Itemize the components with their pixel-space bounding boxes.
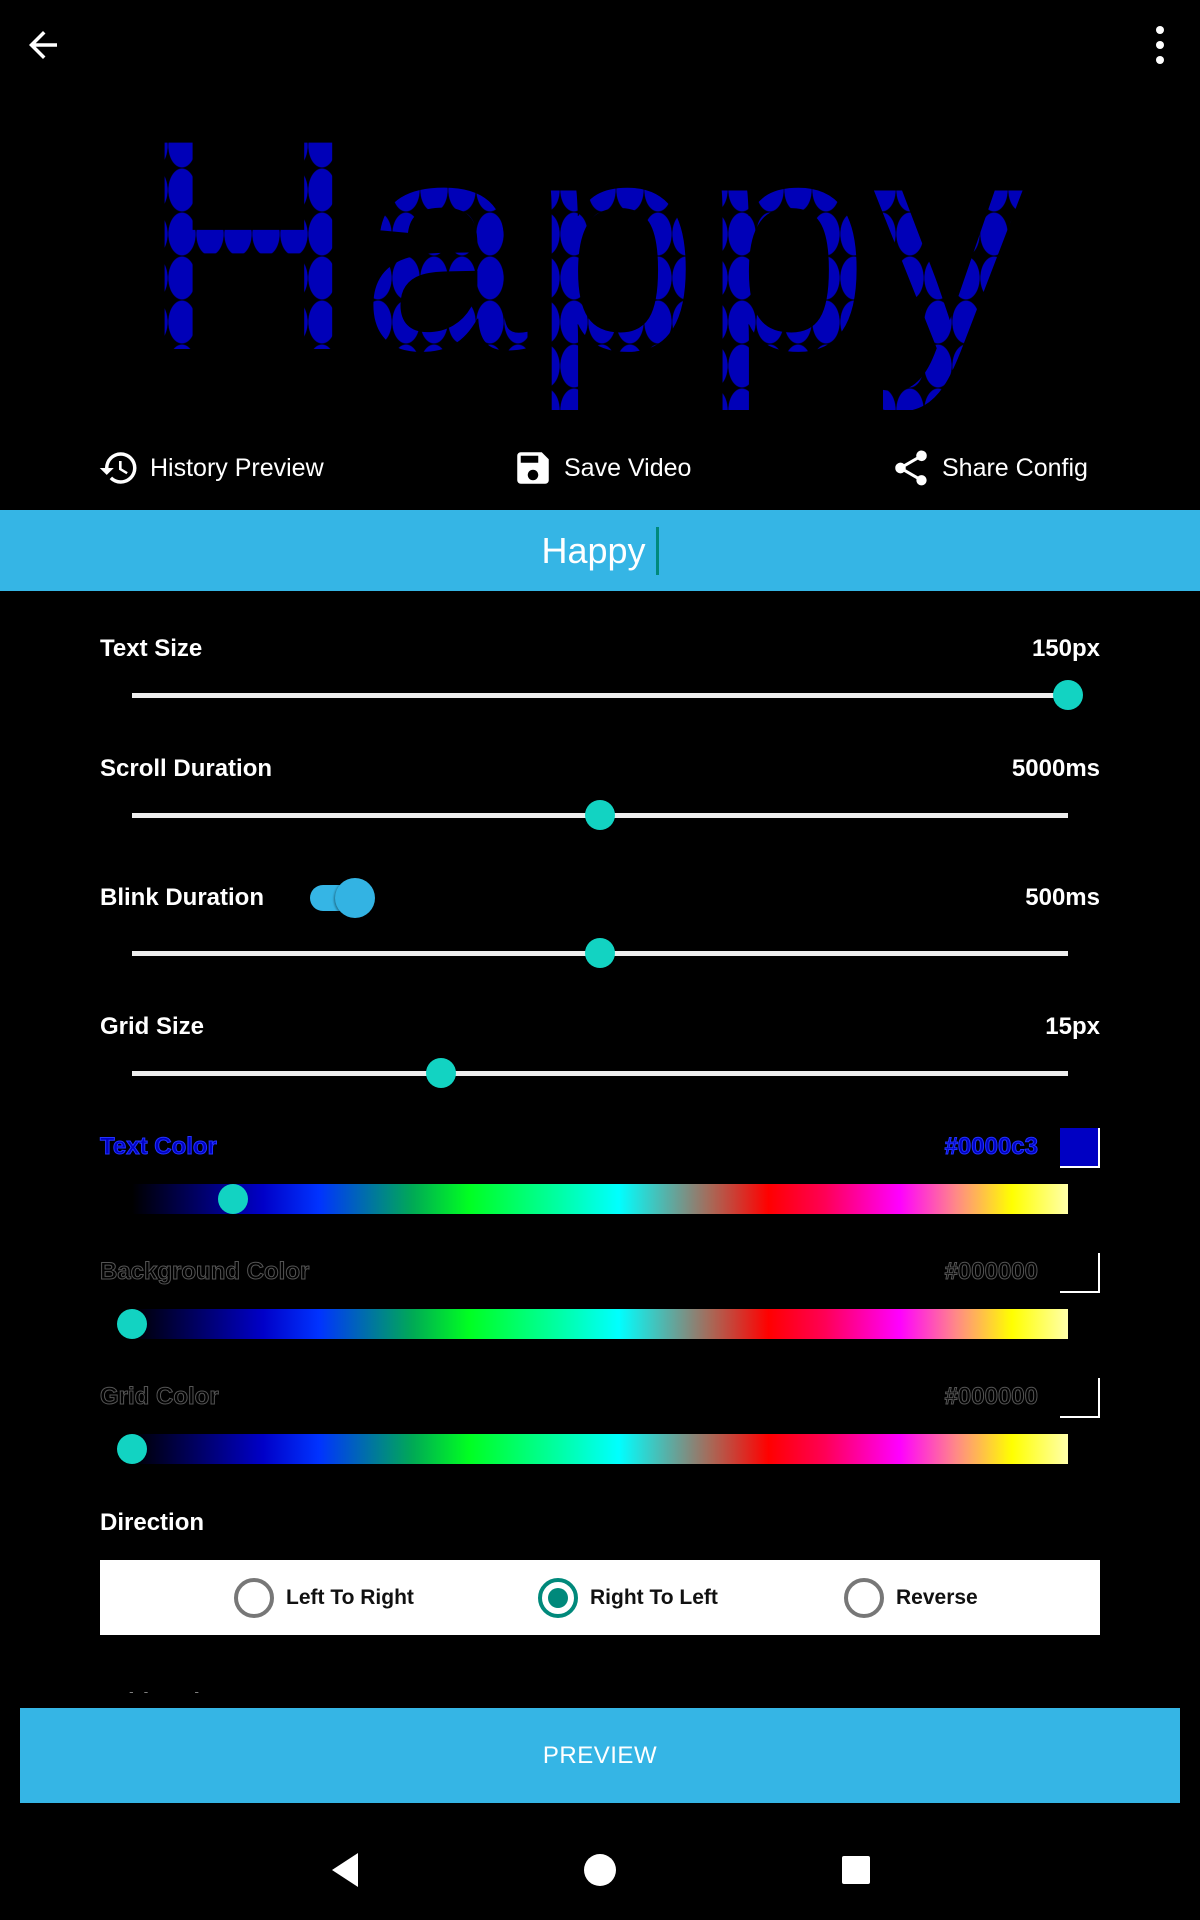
back-button[interactable] <box>22 24 64 66</box>
led-text-value: Happy <box>541 529 646 571</box>
system-back-button[interactable] <box>320 1845 370 1895</box>
slider-thumb[interactable] <box>1053 680 1083 710</box>
grid-size-slider[interactable] <box>132 1054 1068 1094</box>
spectrum-bar <box>132 1184 1068 1214</box>
radio-circle-icon <box>234 1577 274 1618</box>
history-icon <box>99 452 137 484</box>
spectrum-thumb[interactable] <box>218 1184 249 1214</box>
text-color-spectrum[interactable] <box>132 1184 1068 1214</box>
led-preview: Happy <box>0 90 1200 420</box>
blink-toggle[interactable] <box>308 878 376 918</box>
led-text-input[interactable]: Happy <box>541 526 659 575</box>
text-color-swatch[interactable] <box>1060 1128 1100 1168</box>
grid-size-value: 15px <box>1045 1013 1100 1040</box>
system-home-button[interactable] <box>575 1845 625 1895</box>
arrow-left-icon <box>29 31 57 59</box>
scroll-duration-slider[interactable] <box>132 796 1068 836</box>
slider-track <box>132 1071 1068 1076</box>
spectrum-bar <box>132 1309 1068 1339</box>
direction-radio-group: Left To Right Right To Left Reverse <box>100 1560 1100 1635</box>
overflow-menu-button[interactable] <box>1150 22 1170 68</box>
text-size-value: 150px <box>1031 635 1100 662</box>
save-video-button[interactable]: Save Video <box>512 440 691 496</box>
background-color-label: Background Color <box>99 1258 310 1286</box>
radio-circle-icon <box>844 1577 884 1618</box>
grid-style-label-text: Grid Style <box>100 1689 213 1693</box>
system-navigation-bar <box>0 1815 1200 1920</box>
toggle-thumb <box>335 878 375 918</box>
history-preview-label: History Preview <box>150 453 324 482</box>
radio-circle-icon <box>538 1577 578 1618</box>
grid-color-swatch[interactable] <box>1060 1378 1100 1418</box>
blink-duration-label: Blink Duration <box>100 884 265 911</box>
slider-thumb[interactable] <box>585 938 615 968</box>
radio-reverse[interactable]: Reverse <box>844 1560 978 1635</box>
spectrum-thumb[interactable] <box>117 1434 147 1464</box>
share-config-button[interactable]: Share Config <box>890 440 1088 496</box>
radio-left-to-right[interactable]: Left To Right <box>234 1560 414 1635</box>
grid-style-label: Grid Style <box>100 1683 213 1693</box>
spectrum-bar <box>132 1434 1068 1464</box>
radio-label: Reverse <box>896 1585 978 1609</box>
text-color-label: Text Color <box>100 1133 218 1161</box>
nav-back-icon <box>332 1853 358 1887</box>
slider-track <box>132 693 1068 698</box>
grid-size-label: Grid Size <box>100 1013 205 1040</box>
preview-button[interactable]: PREVIEW <box>20 1708 1180 1803</box>
slider-thumb[interactable] <box>425 1058 456 1088</box>
top-app-bar <box>0 0 1200 90</box>
background-color-spectrum[interactable] <box>117 1309 1068 1339</box>
scroll-duration-label: Scroll Duration <box>100 755 273 782</box>
spectrum-thumb[interactable] <box>117 1309 147 1339</box>
text-size-label: Text Size <box>100 635 203 662</box>
share-config-label: Share Config <box>942 453 1088 482</box>
blink-duration-slider[interactable] <box>132 934 1068 974</box>
action-row: History Preview Save Video Share Config <box>0 440 1200 496</box>
text-input-bar: Happy <box>0 510 1200 591</box>
nav-recents-icon <box>842 1856 870 1884</box>
text-caret <box>655 526 659 575</box>
text-size-slider[interactable] <box>132 676 1083 716</box>
preview-text: Happy <box>140 90 1027 410</box>
nav-home-icon <box>584 1854 616 1886</box>
scroll-duration-value: 5000ms <box>1011 755 1100 782</box>
background-color-hex: #000000 <box>944 1258 1038 1286</box>
text-color-hex: #0000c3 <box>944 1133 1038 1161</box>
radio-right-to-left[interactable]: Right To Left <box>538 1560 718 1635</box>
radio-label: Left To Right <box>286 1585 414 1609</box>
system-recents-button[interactable] <box>831 1845 881 1895</box>
grid-color-label: Grid Color <box>100 1383 220 1411</box>
slider-thumb[interactable] <box>585 800 615 830</box>
background-color-swatch[interactable] <box>1060 1253 1100 1293</box>
save-video-label: Save Video <box>564 453 692 482</box>
save-icon <box>517 452 549 484</box>
radio-label: Right To Left <box>590 1585 718 1609</box>
blink-duration-value: 500ms <box>1025 884 1100 911</box>
more-vertical-icon <box>1156 26 1164 64</box>
grid-color-spectrum[interactable] <box>117 1434 1068 1464</box>
grid-color-hex: #000000 <box>944 1383 1038 1411</box>
direction-label: Direction <box>100 1509 205 1536</box>
history-preview-button[interactable]: History Preview <box>98 440 324 496</box>
share-icon <box>895 450 927 486</box>
